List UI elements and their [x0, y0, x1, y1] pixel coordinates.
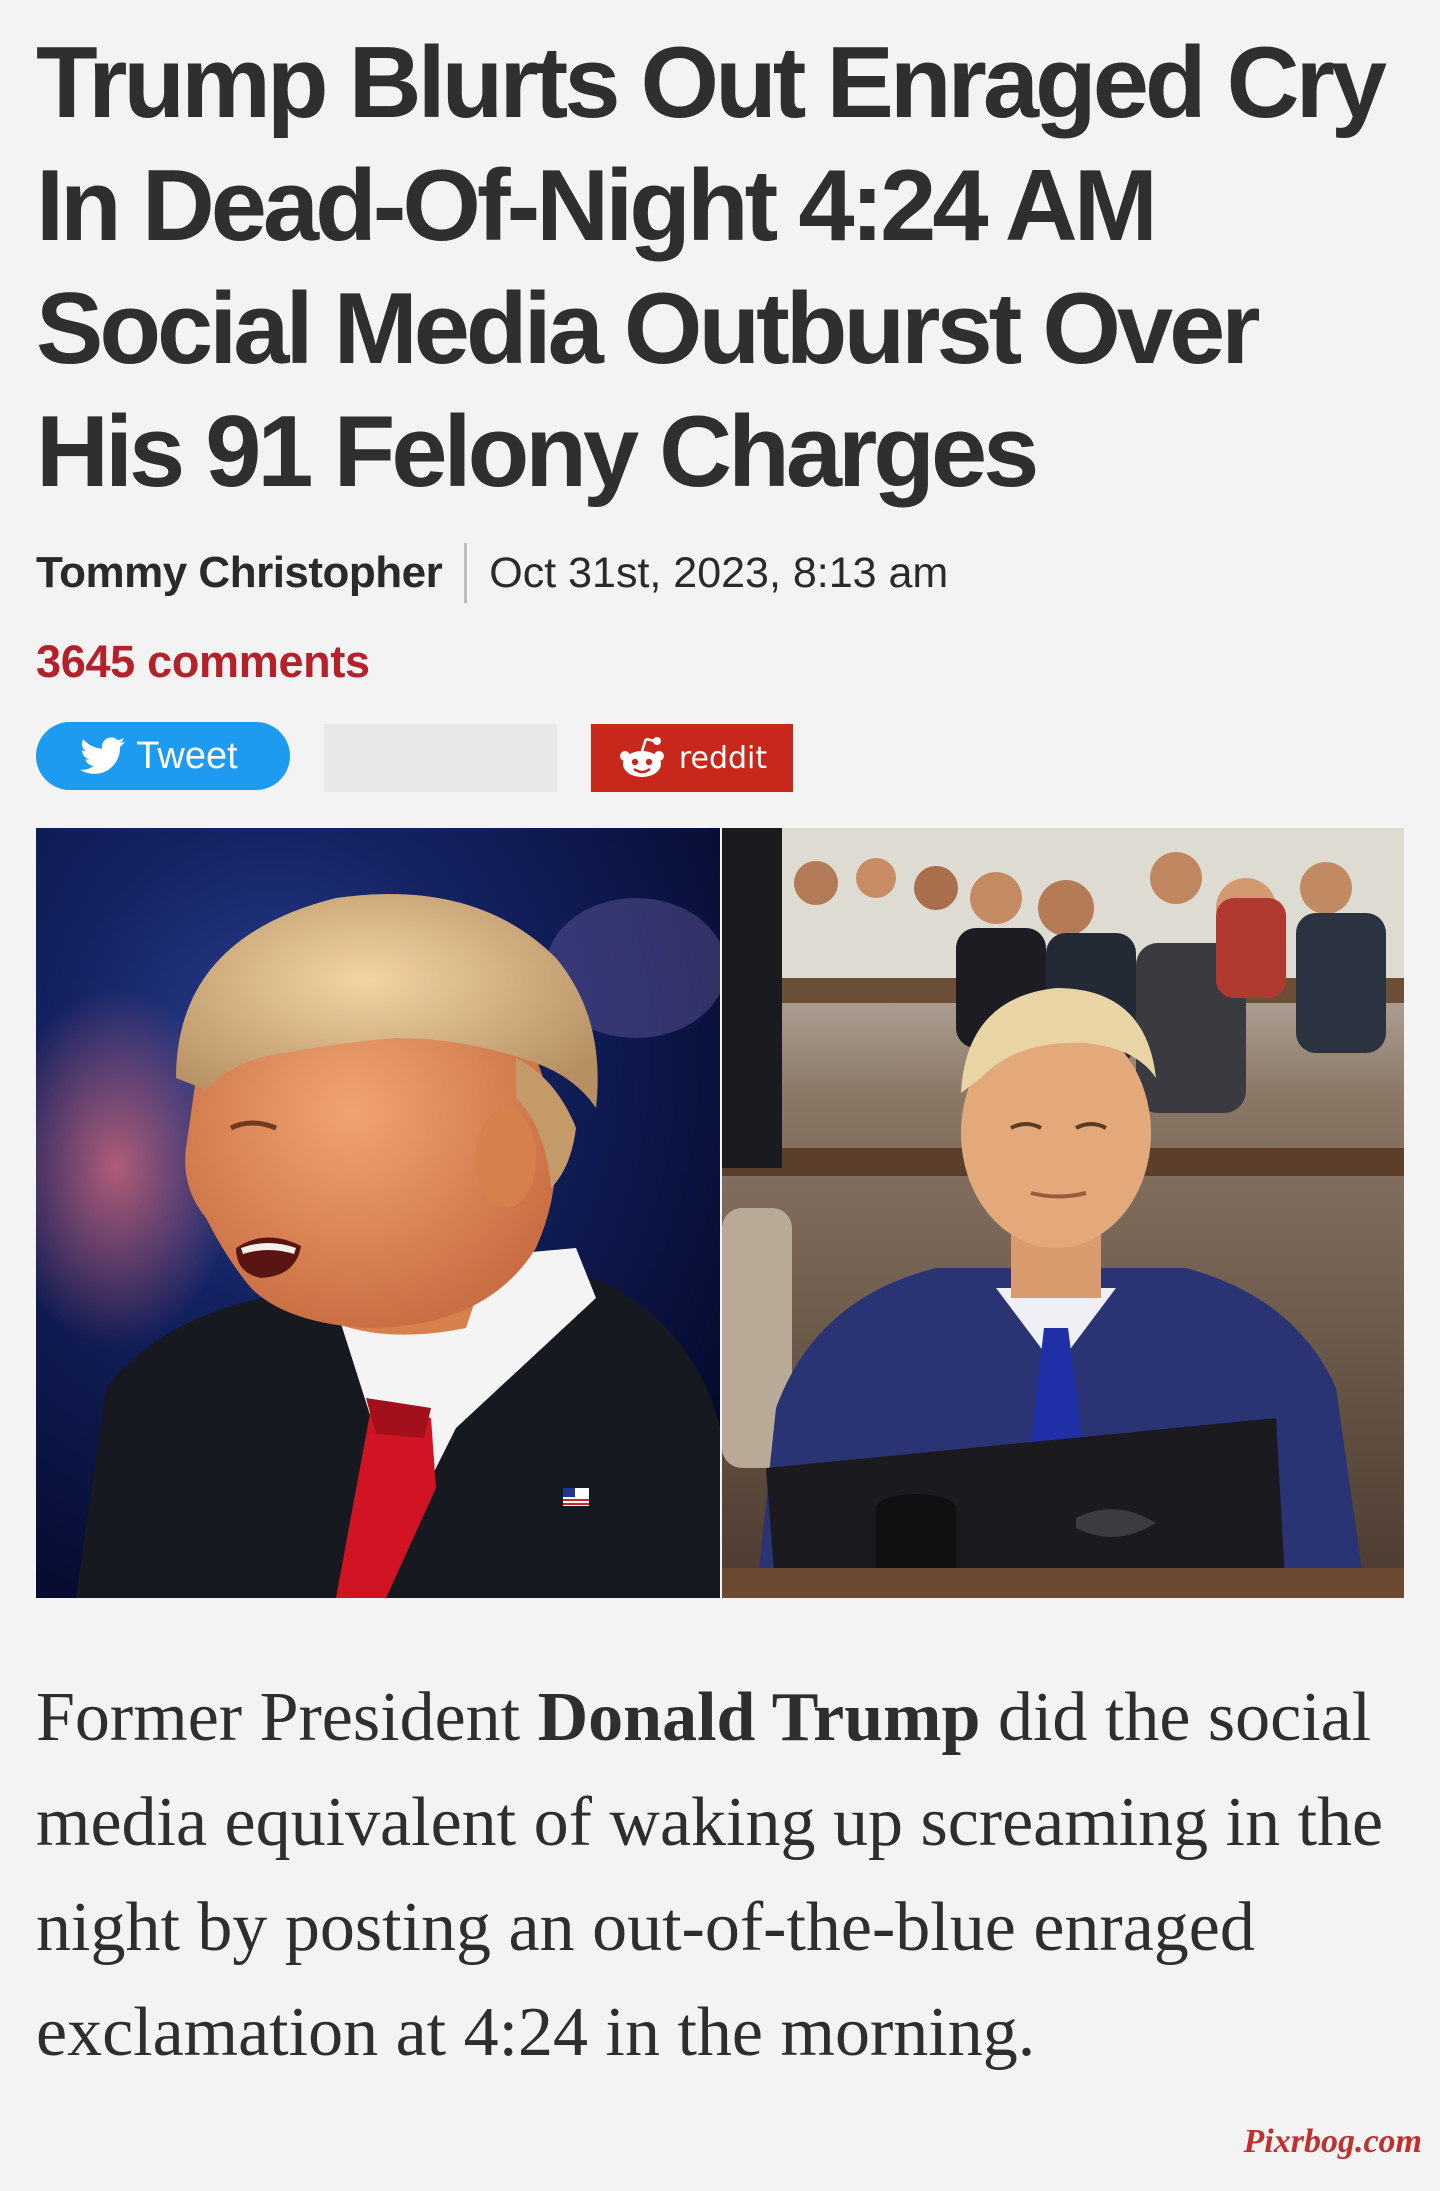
lede-person-name[interactable]: Donald Trump [538, 1679, 981, 1756]
share-buttons: Tweet reddit [36, 722, 836, 792]
article-lede: Former President Donald Trump did the so… [36, 1665, 1404, 2085]
hero-image [36, 828, 1404, 1598]
byline: Tommy Christopher Oct 31st, 2023, 8:13 a… [36, 543, 948, 603]
reddit-label: reddit [678, 740, 768, 776]
publish-date: Oct 31st, 2023, 8:13 am [489, 548, 949, 597]
article-headline: Trump Blurts Out Enraged Cry In Dead-Of-… [36, 27, 1387, 508]
twitter-bird-icon [80, 737, 126, 774]
comments-link[interactable]: 3645 comments [36, 636, 370, 688]
share-button-placeholder[interactable] [324, 724, 557, 792]
right-photo-panel [722, 828, 1404, 1598]
lede-intro: Former President [36, 1679, 538, 1756]
tweet-button[interactable]: Tweet [36, 722, 290, 790]
reddit-alien-icon [619, 737, 664, 777]
byline-divider [464, 543, 468, 603]
hero-image-illustration [36, 828, 1404, 1598]
watermark: Pixrbog.com [1243, 2123, 1422, 2160]
left-photo-panel [36, 828, 726, 1598]
author-name[interactable]: Tommy Christopher [36, 548, 443, 598]
article: Trump Blurts Out Enraged Cry In Dead-Of-… [36, 0, 1404, 2071]
reddit-button[interactable]: reddit [591, 724, 793, 792]
tweet-label: Tweet [136, 734, 238, 777]
